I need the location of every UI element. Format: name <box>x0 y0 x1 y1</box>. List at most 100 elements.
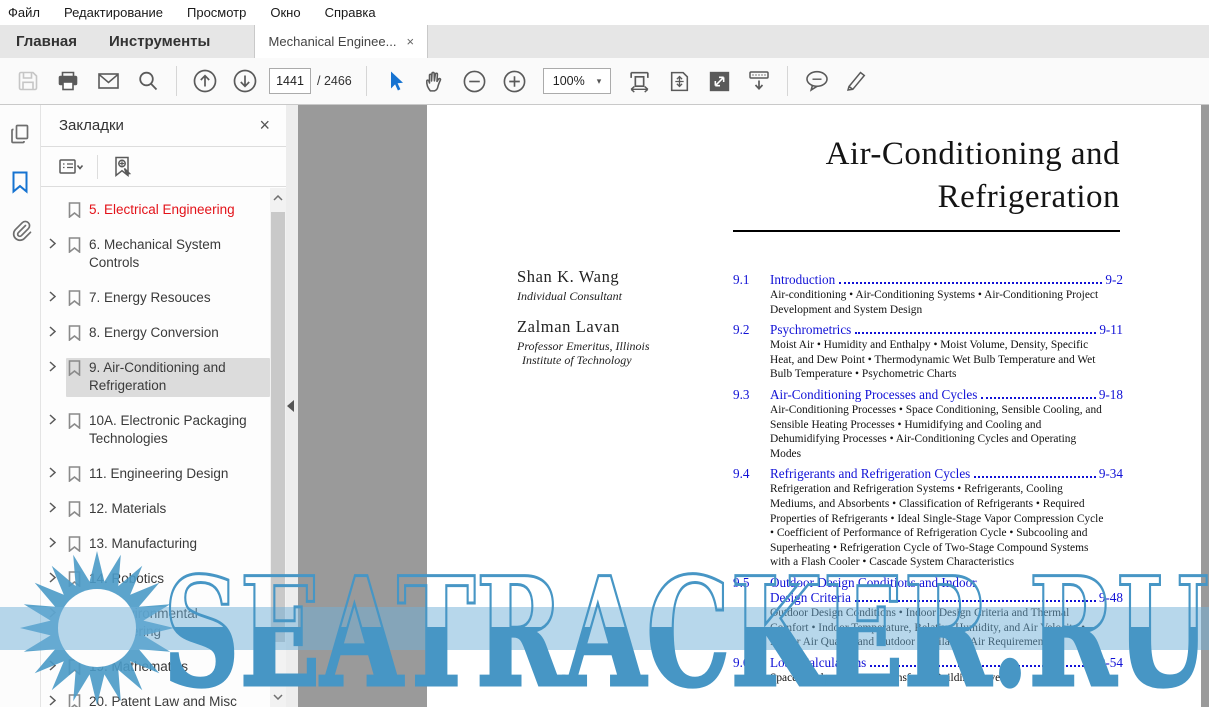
bookmark-list-item[interactable]: 9. Air-Conditioning and Refrigeration <box>41 351 270 404</box>
menu-item[interactable]: Справка <box>325 5 376 20</box>
toc-page-ref[interactable]: 9-2 <box>1105 272 1123 287</box>
bookmark-glyph-icon <box>68 658 81 676</box>
bookmark-item-body[interactable]: 19. Mathematics <box>66 657 270 678</box>
document-area[interactable]: Air-Conditioning and Refrigeration Shan … <box>298 105 1209 707</box>
hide-toolbar-button[interactable] <box>739 63 779 99</box>
scrollbar-thumb[interactable] <box>271 212 285 642</box>
bookmarks-panel-button[interactable] <box>7 169 33 195</box>
bookmark-list-item[interactable]: 10A. Electronic Packaging Technologies <box>41 404 270 457</box>
next-page-button[interactable] <box>225 63 265 99</box>
expand-chevron-icon[interactable] <box>49 657 66 671</box>
expand-chevron-icon[interactable] <box>49 323 66 337</box>
bookmark-item-body[interactable]: 5. Electrical Engineering <box>66 200 270 221</box>
bookmark-list-item[interactable]: 11. Engineering Design <box>41 457 270 492</box>
scroll-down-icon[interactable] <box>270 689 286 705</box>
bookmark-list-item[interactable]: 20. Patent Law and Misc <box>41 685 270 707</box>
toc-page-ref[interactable]: 9-18 <box>1099 387 1123 402</box>
expand-chevron-icon[interactable] <box>49 358 66 372</box>
close-icon[interactable]: × <box>259 115 270 136</box>
bookmark-list-item[interactable]: 8. Energy Conversion <box>41 316 270 351</box>
bookmark-glyph-icon <box>68 324 81 342</box>
toc-page-ref[interactable]: 9-11 <box>1099 322 1123 337</box>
page-number-input[interactable] <box>269 68 311 94</box>
attachments-panel-button[interactable] <box>7 217 33 243</box>
bookmark-list-item[interactable]: 7. Energy Resouces <box>41 281 270 316</box>
toc-link[interactable]: Outdoor Design Conditions and Indoor <box>770 575 977 590</box>
tab-home[interactable]: Главная <box>0 25 93 58</box>
bookmark-item-body[interactable]: 8. Energy Conversion <box>66 323 270 344</box>
expand-chevron-icon[interactable] <box>49 499 66 513</box>
toc-page-ref[interactable]: 9-34 <box>1099 466 1123 481</box>
toc-link[interactable]: Psychrometrics <box>770 322 851 337</box>
bookmark-list-item[interactable]: 16. Environmental Engineering <box>41 597 270 650</box>
menu-item[interactable]: Редактирование <box>64 5 163 20</box>
zoom-in-button[interactable] <box>495 63 535 99</box>
expand-chevron-icon[interactable] <box>49 534 66 548</box>
toc-section-number: 9.6 <box>733 655 770 670</box>
bookmark-item-body[interactable]: 12. Materials <box>66 499 270 520</box>
expand-chevron-icon[interactable] <box>49 604 66 618</box>
bookmark-list-item[interactable]: 13. Manufacturing <box>41 527 270 562</box>
menu-item[interactable]: Просмотр <box>187 5 246 20</box>
bookmark-list-item[interactable]: 12. Materials <box>41 492 270 527</box>
bookmark-item-body[interactable]: 9. Air-Conditioning and Refrigeration <box>66 358 270 397</box>
tab-document[interactable]: Mechanical Enginee... × <box>254 25 428 58</box>
toc-page-ref[interactable]: 9-54 <box>1099 655 1123 670</box>
page-thumbnails-button[interactable] <box>7 121 33 147</box>
bookmark-item-body[interactable]: 6. Mechanical System Controls <box>66 235 270 274</box>
search-button[interactable] <box>128 63 168 99</box>
bookmark-item-body[interactable]: 11. Engineering Design <box>66 464 270 485</box>
save-button[interactable] <box>8 63 48 99</box>
bookmark-item-body[interactable]: 10A. Electronic Packaging Technologies <box>66 411 270 450</box>
tab-tools[interactable]: Инструменты <box>93 25 226 58</box>
toc-link[interactable]: Introduction <box>770 272 835 287</box>
bookmark-options-button[interactable] <box>57 156 85 178</box>
menu-item[interactable]: Файл <box>8 5 40 20</box>
find-current-bookmark-button[interactable] <box>110 155 134 179</box>
toc-link[interactable]: Design Criteria <box>770 590 851 605</box>
expand-chevron-icon[interactable] <box>49 411 66 425</box>
bookmark-glyph-icon <box>68 693 81 707</box>
hand-tool-button[interactable] <box>415 63 455 99</box>
select-tool-button[interactable] <box>375 63 415 99</box>
expand-chevron-icon[interactable] <box>49 692 66 706</box>
fit-page-button[interactable] <box>659 63 699 99</box>
comment-button[interactable] <box>796 63 836 99</box>
panel-collapse-strip[interactable] <box>286 105 298 707</box>
bookmark-item-body[interactable]: 7. Energy Resouces <box>66 288 270 309</box>
bookmark-list-item[interactable]: 5. Electrical Engineering <box>41 193 270 228</box>
toolbar-collapse-icon <box>746 68 772 94</box>
main-area: Закладки × 5. Electrical En <box>0 105 1209 707</box>
fullscreen-button[interactable] <box>699 63 739 99</box>
email-button[interactable] <box>88 63 128 99</box>
bookmark-item-body[interactable]: 16. Environmental Engineering <box>66 604 270 643</box>
bookmarks-panel: Закладки × 5. Electrical En <box>40 105 286 707</box>
highlight-button[interactable] <box>836 63 876 99</box>
fit-width-icon <box>627 69 652 94</box>
expand-chevron-icon[interactable] <box>49 569 66 583</box>
zoom-out-button[interactable] <box>455 63 495 99</box>
expand-chevron-icon[interactable] <box>49 288 66 302</box>
toc-link[interactable]: Load Calculations <box>770 655 866 670</box>
print-button[interactable] <box>48 63 88 99</box>
tab-close-icon[interactable]: × <box>406 34 414 49</box>
toc-link[interactable]: Refrigerants and Refrigeration Cycles <box>770 466 970 481</box>
bookmark-list-item[interactable]: 6. Mechanical System Controls <box>41 228 270 281</box>
toc-page-ref[interactable]: 9-48 <box>1099 590 1123 605</box>
bookmark-list-item[interactable]: 14. Robotics <box>41 562 270 597</box>
previous-page-button[interactable] <box>185 63 225 99</box>
scroll-up-icon[interactable] <box>270 190 286 206</box>
bookmark-glyph-icon <box>68 570 81 588</box>
expand-chevron-icon[interactable] <box>49 464 66 478</box>
bookmark-item-body[interactable]: 14. Robotics <box>66 569 270 590</box>
bookmarks-scrollbar[interactable] <box>270 188 286 707</box>
zoom-level-dropdown[interactable]: 100% ▾ <box>543 68 612 94</box>
bookmark-item-body[interactable]: 20. Patent Law and Misc <box>66 692 270 707</box>
toc-subtopics: Air-conditioning • Air-Conditioning Syst… <box>770 288 1104 317</box>
expand-chevron-icon[interactable] <box>49 235 66 249</box>
bookmark-item-body[interactable]: 13. Manufacturing <box>66 534 270 555</box>
menu-item[interactable]: Окно <box>270 5 300 20</box>
fit-width-button[interactable] <box>619 63 659 99</box>
bookmark-list-item[interactable]: 19. Mathematics <box>41 650 270 685</box>
toc-link[interactable]: Air-Conditioning Processes and Cycles <box>770 387 977 402</box>
